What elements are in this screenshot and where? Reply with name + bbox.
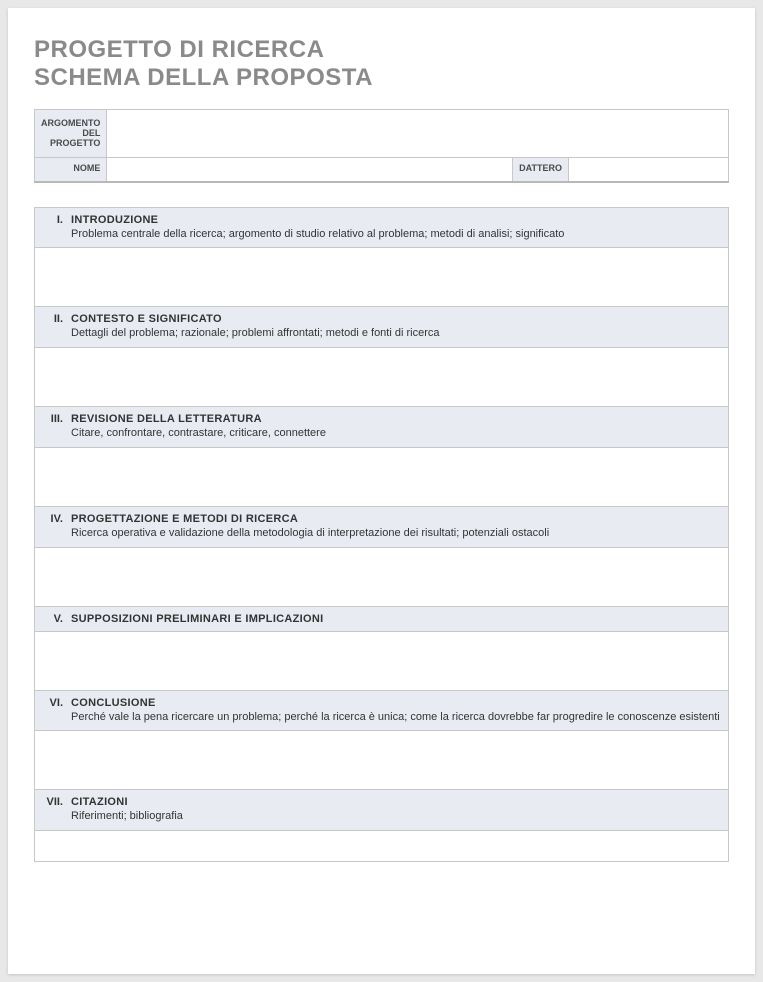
section-header: VII. CITAZIONI Riferimenti; bibliografia [35, 790, 728, 831]
section-body[interactable] [35, 731, 728, 789]
section-subtitle: Citare, confrontare, contrastare, critic… [71, 427, 720, 441]
section-title: SUPPOSIZIONI PRELIMINARI E IMPLICAZIONI [71, 613, 720, 625]
project-info-table: ARGOMENTO DEL PROGETTO NOME DATTERO [34, 109, 729, 183]
section-conclusion: VI. CONCLUSIONE Perché vale la pena rice… [34, 691, 729, 791]
section-title: CONTESTO E SIGNIFICATO [71, 313, 720, 325]
section-body[interactable] [35, 348, 728, 406]
date-label: DATTERO [513, 158, 569, 182]
sections-container: I. INTRODUZIONE Problema centrale della … [34, 207, 729, 863]
document-page: PROGETTO DI RICERCA SCHEMA DELLA PROPOST… [8, 8, 755, 974]
section-citations: VII. CITAZIONI Riferimenti; bibliografia [34, 790, 729, 862]
topic-label: ARGOMENTO DEL PROGETTO [35, 110, 107, 158]
section-subtitle: Riferimenti; bibliografia [71, 810, 720, 824]
section-number: VI. [43, 697, 71, 709]
section-number: VII. [43, 796, 71, 808]
section-header: III. REVISIONE DELLA LETTERATURA Citare,… [35, 407, 728, 448]
section-body[interactable] [35, 248, 728, 306]
section-header: V. SUPPOSIZIONI PRELIMINARI E IMPLICAZIO… [35, 607, 728, 632]
section-title: INTRODUZIONE [71, 214, 720, 226]
section-assumptions: V. SUPPOSIZIONI PRELIMINARI E IMPLICAZIO… [34, 607, 729, 691]
section-subtitle: Ricerca operativa e validazione della me… [71, 527, 720, 541]
topic-value[interactable] [107, 110, 729, 158]
section-number: V. [43, 613, 71, 625]
document-title: PROGETTO DI RICERCA SCHEMA DELLA PROPOST… [34, 36, 729, 91]
section-titles: CONTESTO E SIGNIFICATO Dettagli del prob… [71, 313, 720, 341]
title-line-1: PROGETTO DI RICERCA [34, 36, 729, 64]
section-header: IV. PROGETTAZIONE E METODI DI RICERCA Ri… [35, 507, 728, 548]
section-title: REVISIONE DELLA LETTERATURA [71, 413, 720, 425]
section-introduction: I. INTRODUZIONE Problema centrale della … [34, 207, 729, 308]
section-subtitle: Dettagli del problema; razionale; proble… [71, 327, 720, 341]
section-title: PROGETTAZIONE E METODI DI RICERCA [71, 513, 720, 525]
section-header: II. CONTESTO E SIGNIFICATO Dettagli del … [35, 307, 728, 348]
section-titles: CITAZIONI Riferimenti; bibliografia [71, 796, 720, 824]
section-number: III. [43, 413, 71, 425]
section-titles: INTRODUZIONE Problema centrale della ric… [71, 214, 720, 242]
section-titles: SUPPOSIZIONI PRELIMINARI E IMPLICAZIONI [71, 613, 720, 625]
section-number: I. [43, 214, 71, 226]
section-methods: IV. PROGETTAZIONE E METODI DI RICERCA Ri… [34, 507, 729, 607]
section-literature: III. REVISIONE DELLA LETTERATURA Citare,… [34, 407, 729, 507]
section-body[interactable] [35, 831, 728, 861]
date-value[interactable] [569, 158, 729, 182]
section-titles: REVISIONE DELLA LETTERATURA Citare, conf… [71, 413, 720, 441]
section-titles: PROGETTAZIONE E METODI DI RICERCA Ricerc… [71, 513, 720, 541]
name-label: NOME [35, 158, 107, 182]
section-header: VI. CONCLUSIONE Perché vale la pena rice… [35, 691, 728, 732]
section-context: II. CONTESTO E SIGNIFICATO Dettagli del … [34, 307, 729, 407]
section-title: CITAZIONI [71, 796, 720, 808]
section-body[interactable] [35, 448, 728, 506]
section-subtitle: Problema centrale della ricerca; argomen… [71, 228, 720, 242]
section-number: II. [43, 313, 71, 325]
section-body[interactable] [35, 548, 728, 606]
section-number: IV. [43, 513, 71, 525]
section-body[interactable] [35, 632, 728, 690]
section-title: CONCLUSIONE [71, 697, 720, 709]
name-value[interactable] [107, 158, 513, 182]
title-line-2: SCHEMA DELLA PROPOSTA [34, 64, 729, 92]
section-subtitle: Perché vale la pena ricercare un problem… [71, 711, 720, 725]
section-header: I. INTRODUZIONE Problema centrale della … [35, 208, 728, 249]
section-titles: CONCLUSIONE Perché vale la pena ricercar… [71, 697, 720, 725]
